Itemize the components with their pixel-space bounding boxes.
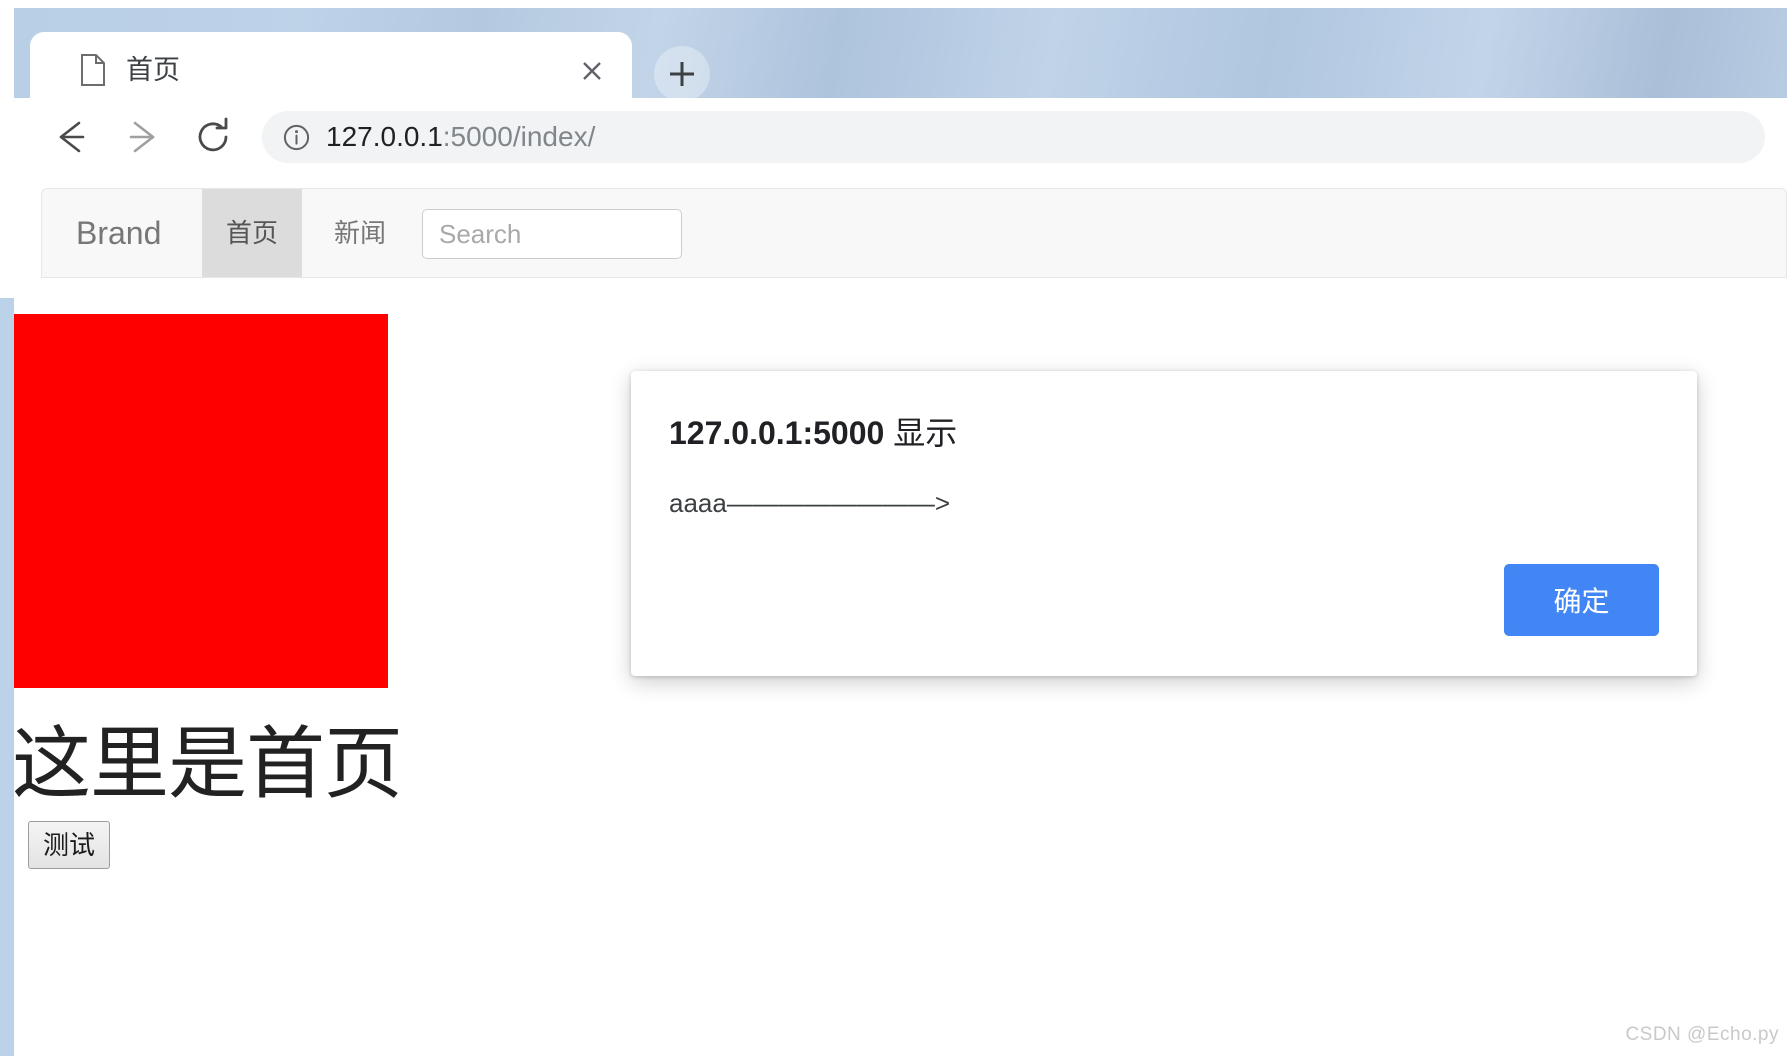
tab-title: 首页 — [126, 55, 180, 85]
reload-icon[interactable] — [188, 112, 238, 162]
close-icon[interactable] — [575, 54, 609, 88]
screenshot-root: 首页 127.0.0.1:5000/index/ Brand 首页 新闻 Sea… — [0, 0, 1787, 1056]
search-input[interactable] — [422, 209, 682, 259]
dialog-ok-button[interactable]: 确定 — [1504, 564, 1659, 636]
address-bar-path: :5000/index/ — [442, 121, 596, 152]
red-color-block — [14, 314, 388, 688]
nav-link-news[interactable]: 新闻 — [310, 189, 410, 277]
dialog-message: aaaa————————> — [669, 488, 951, 518]
dialog-origin: 127.0.0.1:5000 — [669, 415, 885, 451]
page-document-icon — [80, 54, 106, 86]
browser-tab[interactable]: 首页 — [30, 32, 632, 106]
address-bar[interactable]: 127.0.0.1:5000/index/ — [262, 111, 1765, 163]
page-title: 这里是首页 — [14, 719, 403, 808]
arrow-right-icon[interactable] — [117, 112, 167, 162]
dialog-title: 127.0.0.1:5000 显示 — [669, 413, 957, 453]
nav-link-home[interactable]: 首页 — [202, 189, 303, 277]
browser-toolbar: 127.0.0.1:5000/index/ — [14, 98, 1787, 176]
info-circle-icon[interactable] — [283, 124, 310, 151]
test-button[interactable]: 测试 — [28, 821, 111, 869]
address-bar-url: 127.0.0.1:5000/index/ — [326, 119, 595, 155]
site-navbar: Brand 首页 新闻 — [41, 188, 1787, 278]
javascript-alert-dialog: 127.0.0.1:5000 显示 aaaa————————> 确定 — [631, 371, 1697, 676]
tab-strip: 首页 — [14, 8, 1787, 106]
left-edge-strip — [0, 0, 14, 1056]
new-tab-button[interactable] — [654, 46, 710, 102]
left-edge-strip-top — [0, 0, 14, 298]
watermark: CSDN @Echo.py — [1625, 1024, 1779, 1045]
dialog-verb: 显示 — [893, 415, 958, 451]
page-viewport: Brand 首页 新闻 这里是首页 测试 127.0.0.1:5000 显示 a… — [14, 176, 1787, 1056]
navbar-brand[interactable]: Brand — [62, 209, 175, 257]
arrow-left-icon[interactable] — [47, 112, 97, 162]
address-bar-host: 127.0.0.1 — [326, 121, 443, 152]
